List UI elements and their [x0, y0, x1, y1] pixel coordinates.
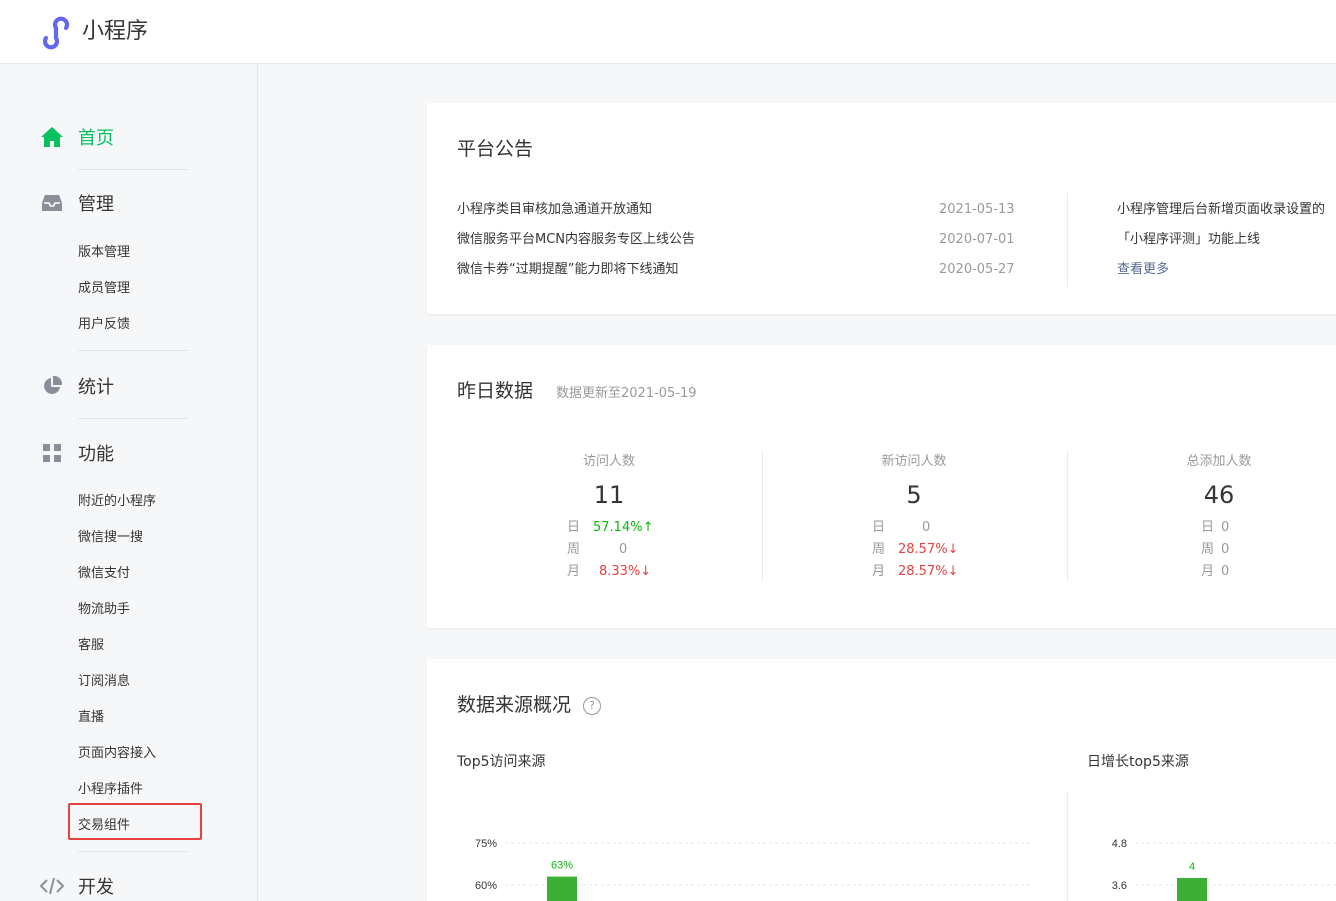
stat-month-row: 月0	[1201, 564, 1230, 579]
y-tick-label: 4.8	[1112, 838, 1127, 850]
sidebar-item-label: 管理	[78, 194, 114, 215]
view-more-link[interactable]: 查看更多	[1117, 261, 1169, 279]
sidebar-divider	[78, 418, 188, 419]
y-tick-label: 3.6	[1112, 880, 1127, 892]
sidebar-divider	[78, 350, 188, 351]
sources-title: 数据来源概况	[457, 694, 572, 716]
sidebar	[0, 64, 258, 901]
sidebar-item-label: 首页	[78, 128, 114, 149]
stat-week-row: 周0	[1201, 542, 1230, 557]
sidebar-subitem-version[interactable]: 版本管理	[78, 244, 130, 262]
home-icon	[40, 125, 64, 149]
mini-program-logo-icon	[42, 16, 70, 50]
y-tick-label: 75%	[475, 838, 497, 850]
chart-separator	[1067, 791, 1068, 901]
sidebar-item-label: 统计	[78, 377, 114, 398]
sidebar-subitem-feedback[interactable]: 用户反馈	[78, 316, 130, 334]
app-title: 小程序	[82, 19, 149, 44]
data-sources-card: 数据来源概况 ? Top5访问来源 日增长top5来源 75% 60% 63% 4.…	[427, 659, 1336, 901]
top5-sources-chart: 75% 60% 63%	[475, 838, 1032, 901]
growth-sources-chart: 4.8 3.6 4	[1112, 838, 1336, 901]
stat-separator	[1067, 450, 1068, 582]
stat-day-row: 日0	[1201, 520, 1230, 535]
top-bar: 小程序	[0, 0, 1336, 64]
sidebar-item-dev[interactable]: 开发	[40, 873, 114, 899]
sidebar-subitem-page-content[interactable]: 页面内容接入	[78, 745, 156, 763]
yesterday-data-card: 昨日数据 数据更新至2021-05-19 访问人数 11 日 57.14%↑ 周0…	[427, 345, 1336, 628]
notice-item[interactable]: 微信卡券“过期提醒”能力即将下线通知	[457, 261, 678, 279]
stat-total-added: 总添加人数 46 日0 周0 月0	[1069, 453, 1336, 587]
code-icon	[40, 874, 64, 898]
stat-new-visitors: 新访问人数 5 日0 周 28.57%↓ 月 28.57%↓	[764, 453, 1064, 587]
stat-separator	[762, 450, 763, 582]
notice-date: 2021-05-13	[939, 202, 1015, 217]
sidebar-subitem-customer-service[interactable]: 客服	[78, 637, 104, 655]
sidebar-subitem-logistics[interactable]: 物流助手	[78, 601, 130, 619]
y-tick-label: 60%	[475, 880, 497, 892]
notice-separator	[1067, 193, 1068, 287]
stat-label: 新访问人数	[881, 454, 947, 469]
sidebar-item-manage[interactable]: 管理	[40, 190, 114, 216]
sidebar-subitem-pay[interactable]: 微信支付	[78, 565, 130, 583]
sidebar-divider	[78, 851, 188, 852]
notice-item-right[interactable]: 小程序管理后台新增页面收录设置的	[1117, 201, 1325, 219]
stat-week-row: 周0	[567, 542, 628, 557]
inbox-icon	[40, 191, 64, 215]
sidebar-subitem-subscribe[interactable]: 订阅消息	[78, 673, 130, 691]
notice-item[interactable]: 微信服务平台MCN内容服务专区上线公告	[457, 231, 695, 249]
sidebar-item-features[interactable]: 功能	[40, 440, 114, 466]
stat-value: 5	[906, 481, 922, 509]
bar	[1177, 878, 1207, 901]
update-note: 数据更新至2021-05-19	[556, 386, 697, 401]
stat-month-row: 月 8.33%↓	[567, 564, 652, 579]
yesterday-title: 昨日数据	[457, 380, 534, 402]
stat-value: 11	[593, 481, 625, 509]
stat-week-row: 周 28.57%↓	[872, 542, 959, 557]
notice-date: 2020-07-01	[939, 232, 1015, 247]
sidebar-item-label: 功能	[78, 444, 114, 465]
notice-date: 2020-05-27	[939, 262, 1015, 277]
help-icon[interactable]: ?	[583, 697, 601, 715]
sidebar-subitem-plugins[interactable]: 小程序插件	[78, 781, 143, 799]
top5-sources-title: Top5访问来源	[457, 754, 546, 770]
growth-sources-title: 日增长top5来源	[1087, 754, 1189, 770]
sidebar-subitem-members[interactable]: 成员管理	[78, 280, 130, 298]
pie-chart-icon	[40, 374, 64, 398]
stat-day-row: 日0	[872, 520, 931, 535]
sidebar-item-home[interactable]: 首页	[40, 124, 114, 150]
sidebar-item-label: 开发	[78, 877, 114, 898]
notice-item-right[interactable]: 「小程序评测」功能上线	[1117, 231, 1260, 249]
grid-icon	[40, 441, 64, 465]
notice-item[interactable]: 小程序类目审核加急通道开放通知	[457, 201, 652, 219]
highlight-box	[68, 803, 202, 840]
sidebar-divider	[78, 169, 188, 170]
announcements-card: 平台公告 小程序类目审核加急通道开放通知 2021-05-13 微信服务平台MC…	[427, 103, 1336, 314]
stat-label: 总添加人数	[1186, 454, 1252, 469]
stat-day-row: 日 57.14%↑	[567, 520, 654, 535]
sidebar-item-stats[interactable]: 统计	[40, 373, 114, 399]
stat-visitors: 访问人数 11 日 57.14%↑ 周0 月 8.33%↓	[459, 453, 759, 587]
bar	[547, 876, 577, 901]
data-label: 63%	[551, 860, 573, 872]
data-label: 4	[1189, 861, 1195, 873]
stat-value: 46	[1203, 481, 1235, 509]
sidebar-subitem-search[interactable]: 微信搜一搜	[78, 529, 143, 547]
sidebar-subitem-nearby[interactable]: 附近的小程序	[78, 493, 156, 511]
sidebar-subitem-live[interactable]: 直播	[78, 709, 104, 727]
announcements-title: 平台公告	[457, 138, 534, 160]
stat-month-row: 月 28.57%↓	[872, 564, 959, 579]
stat-label: 访问人数	[582, 454, 635, 469]
